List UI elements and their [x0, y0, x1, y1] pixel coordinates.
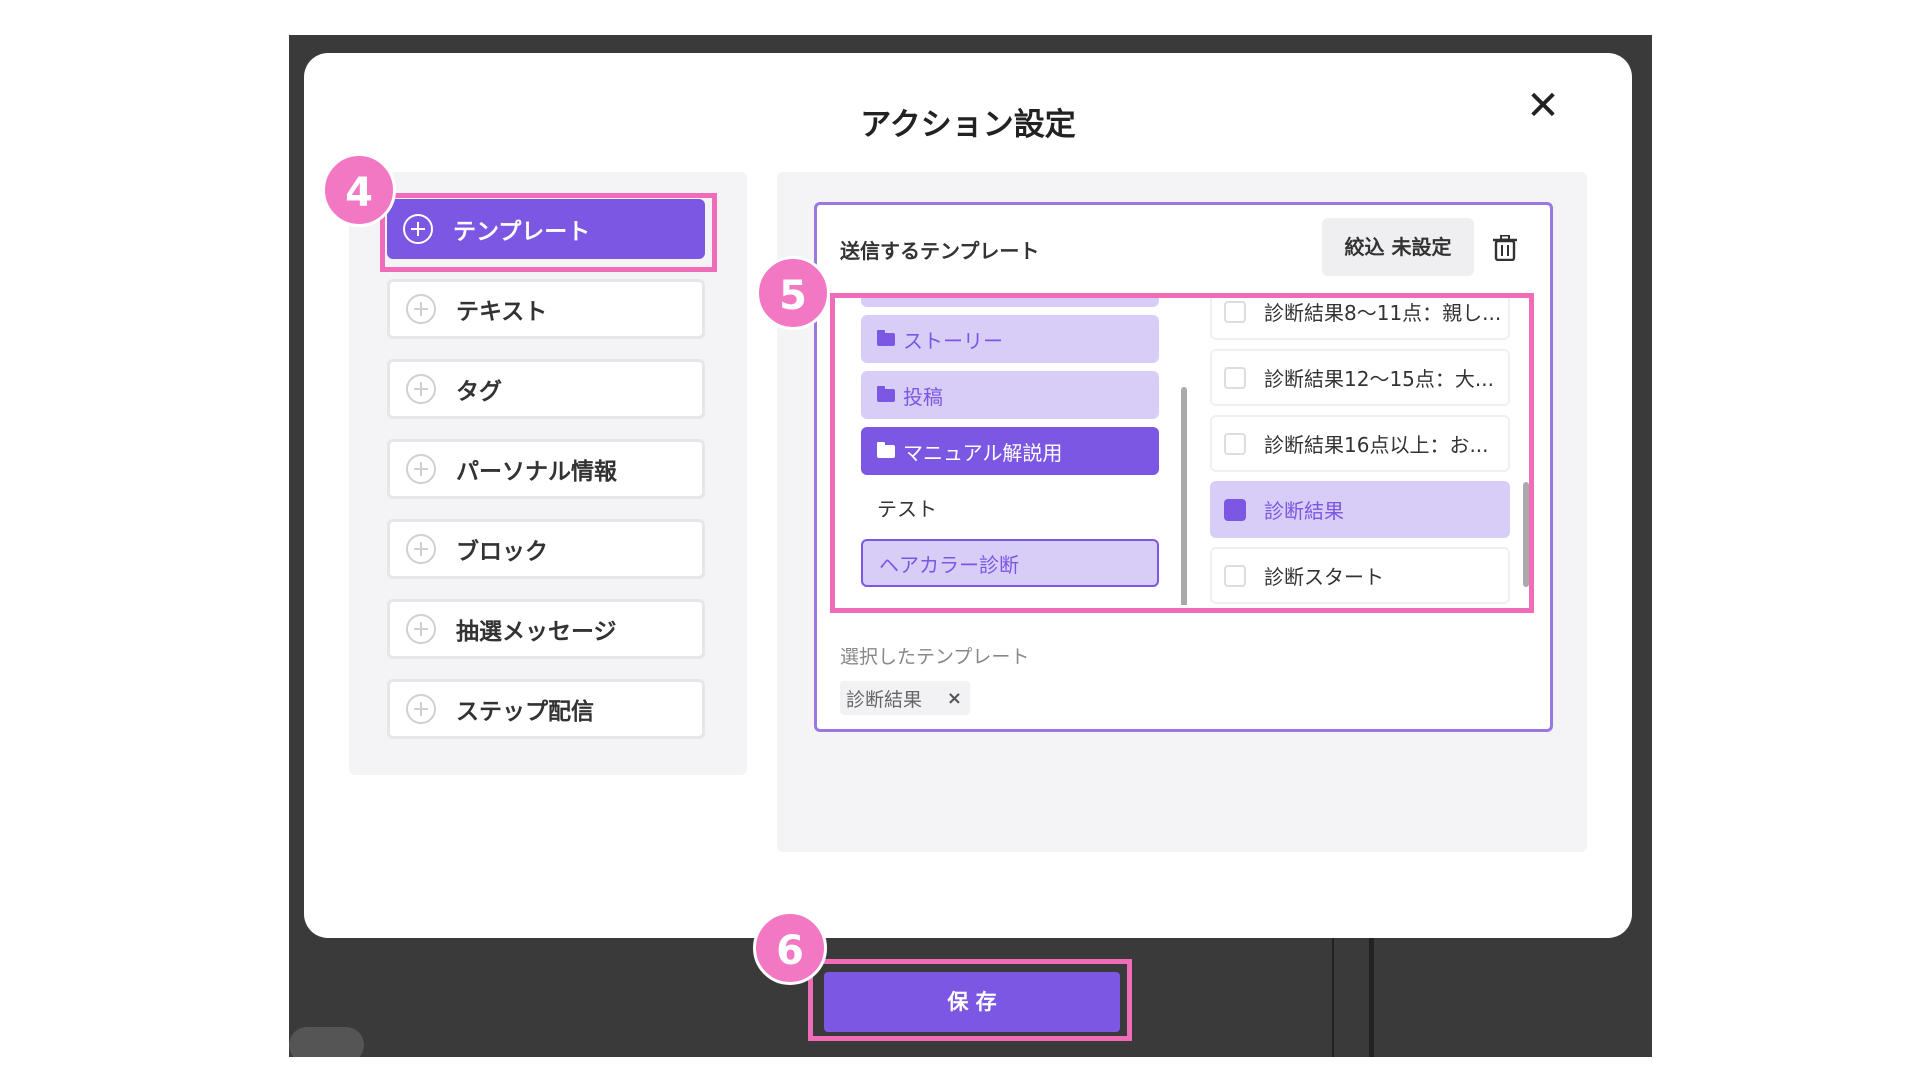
step-badge: 5 [756, 256, 830, 330]
template-picker-title: 送信するテンプレート [840, 239, 1040, 263]
highlight-box-template [380, 193, 717, 272]
action-label: 抽選メッセージ [456, 619, 617, 645]
step-badge: 6 [753, 911, 827, 985]
bg-pill [289, 1027, 364, 1057]
action-personal-info-button[interactable]: パーソナル情報 [387, 439, 705, 499]
highlight-box-list [830, 293, 1534, 613]
action-step-delivery-button[interactable]: ステップ配信 [387, 679, 705, 739]
action-text-button[interactable]: テキスト [387, 279, 705, 339]
trash-icon[interactable] [1493, 235, 1517, 261]
action-lottery-button[interactable]: 抽選メッセージ [387, 599, 705, 659]
modal-title: アクション設定 [860, 107, 1076, 143]
plus-circle-icon [406, 454, 436, 484]
step-badge: 4 [322, 153, 396, 227]
plus-circle-icon [406, 374, 436, 404]
action-label: ステップ配信 [456, 699, 594, 725]
action-block-button[interactable]: ブロック [387, 519, 705, 579]
action-label: タグ [456, 379, 502, 405]
plus-circle-icon [406, 694, 436, 724]
action-label: テキスト [456, 299, 548, 325]
chip-label: 診断結果 [846, 688, 923, 711]
filter-button[interactable]: 絞込 未設定 [1322, 218, 1474, 276]
remove-icon[interactable]: × [947, 688, 962, 709]
save-button[interactable]: 保 存 [824, 972, 1120, 1032]
plus-circle-icon [406, 294, 436, 324]
plus-circle-icon [406, 614, 436, 644]
plus-circle-icon [406, 534, 436, 564]
action-tag-button[interactable]: タグ [387, 359, 705, 419]
selected-templates-label: 選択したテンプレート [840, 646, 1030, 668]
close-icon[interactable]: ✕ [1522, 85, 1564, 127]
selected-template-chip: 診断結果 × [840, 681, 970, 715]
action-label: ブロック [456, 539, 548, 565]
action-label: パーソナル情報 [456, 459, 617, 485]
